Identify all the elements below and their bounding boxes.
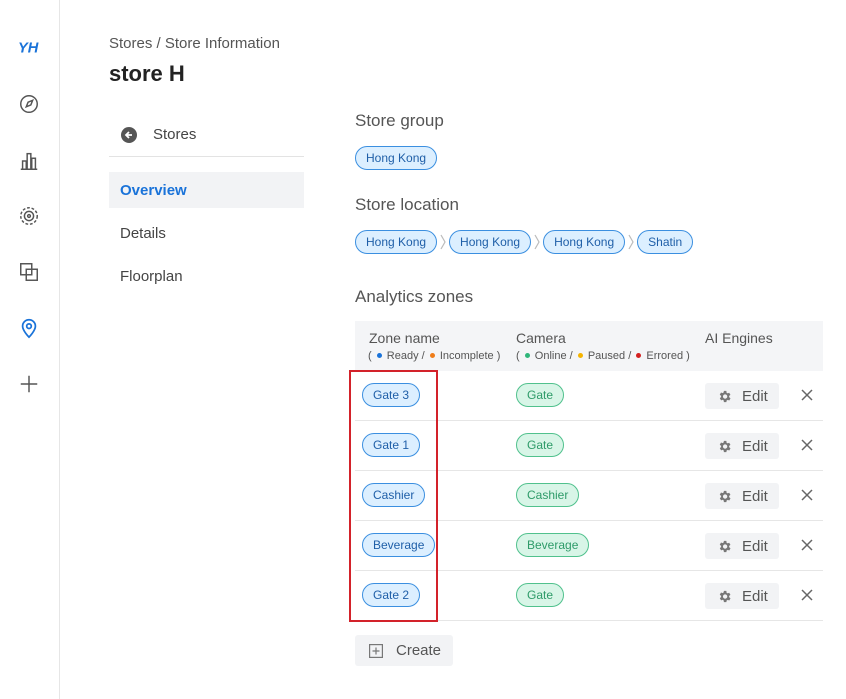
legend-online: Online / <box>534 350 573 362</box>
edit-ai-engines-button[interactable]: Edit <box>705 483 779 509</box>
gear-icon <box>719 590 731 602</box>
create-label: Create <box>396 642 442 659</box>
breadcrumb[interactable]: Stores / Store Information <box>109 35 280 52</box>
edit-ai-engines-button[interactable]: Edit <box>705 533 779 559</box>
page-title: store H <box>109 61 185 86</box>
subnav-item-floorplan[interactable]: Floorplan <box>109 258 304 294</box>
edit-label: Edit <box>742 587 768 605</box>
incomplete-dot <box>429 352 435 358</box>
legend-ready: Ready / <box>386 350 425 362</box>
legend-incomplete: Incomplete <box>439 350 494 362</box>
radar-icon[interactable] <box>15 202 43 230</box>
gear-icon <box>719 540 731 552</box>
store-location-title: Store location <box>355 195 459 214</box>
icon-rail: YH <box>0 0 60 699</box>
store-group-tag[interactable]: Hong Kong <box>355 146 438 170</box>
camera-tag[interactable]: Beverage <box>516 533 590 557</box>
layers-icon[interactable] <box>15 258 43 286</box>
subnav-item-details[interactable]: Details <box>109 215 304 251</box>
chevron-right-icon <box>531 230 543 254</box>
legend-close: ) <box>496 350 501 362</box>
remove-zone-close-icon[interactable] <box>799 387 815 403</box>
edit-label: Edit <box>742 387 768 405</box>
location-tag-region[interactable]: Hong Kong <box>355 230 438 254</box>
edit-label: Edit <box>742 537 768 555</box>
remove-zone-close-icon[interactable] <box>799 437 815 453</box>
edit-ai-engines-button[interactable]: Edit <box>705 583 779 609</box>
legend-errored: Errored <box>646 350 684 362</box>
legend-paused: Paused / <box>587 350 632 362</box>
camera-status-legend: ( Online / Paused / Errored ) <box>516 350 690 362</box>
analytics-zones-title: Analytics zones <box>355 287 474 306</box>
bar-chart-icon[interactable] <box>15 147 43 175</box>
create-zone-button[interactable]: Create <box>355 635 453 666</box>
online-dot <box>524 352 530 358</box>
paused-dot <box>577 352 583 358</box>
remove-zone-close-icon[interactable] <box>799 487 815 503</box>
zone-name-header: Zone name <box>369 330 440 346</box>
location-tag-district[interactable]: Hong Kong <box>543 230 626 254</box>
subnav-item-overview[interactable]: Overview <box>109 172 304 208</box>
chevron-right-icon <box>437 230 449 254</box>
legend-open: ( <box>368 350 372 362</box>
store-group-title: Store group <box>355 111 444 130</box>
back-to-stores-link[interactable]: Stores <box>109 113 304 157</box>
gear-icon <box>719 440 731 452</box>
plus-icon[interactable] <box>15 370 43 398</box>
svg-text:YH: YH <box>18 41 39 57</box>
legend-open: ( <box>516 350 520 362</box>
app-logo-icon[interactable]: YH <box>15 33 43 61</box>
camera-tag[interactable]: Gate <box>516 383 565 407</box>
store-location-path: Hong Kong Hong Kong Hong Kong Shatin <box>355 230 694 254</box>
store-subnav: Stores Overview Details Floorplan <box>109 113 304 294</box>
location-pin-icon[interactable] <box>15 314 43 342</box>
legend-close: ) <box>686 350 690 362</box>
store-group-tags: Hong Kong <box>355 146 438 170</box>
edit-ai-engines-button[interactable]: Edit <box>705 433 779 459</box>
chevron-right-icon <box>625 230 637 254</box>
zone-status-legend: ( Ready / Incomplete ) <box>368 350 500 362</box>
zone-column-highlight <box>349 370 438 622</box>
camera-tag[interactable]: Gate <box>516 433 565 457</box>
plus-square-icon <box>369 643 383 658</box>
back-label: Stores <box>153 126 197 143</box>
camera-header: Camera <box>516 330 566 346</box>
compass-icon[interactable] <box>15 90 43 118</box>
remove-zone-close-icon[interactable] <box>799 587 815 603</box>
edit-label: Edit <box>742 437 768 455</box>
ready-dot <box>376 352 382 358</box>
edit-label: Edit <box>742 487 768 505</box>
table-header: Zone name ( Ready / Incomplete ) Camera … <box>355 321 823 371</box>
location-tag-area[interactable]: Hong Kong <box>449 230 532 254</box>
camera-tag[interactable]: Cashier <box>516 483 580 507</box>
remove-zone-close-icon[interactable] <box>799 537 815 553</box>
location-tag-site[interactable]: Shatin <box>637 230 694 254</box>
gear-icon <box>719 390 731 402</box>
back-arrow-icon <box>121 126 137 143</box>
errored-dot <box>636 352 642 358</box>
camera-tag[interactable]: Gate <box>516 583 565 607</box>
edit-ai-engines-button[interactable]: Edit <box>705 383 779 409</box>
ai-engines-header: AI Engines <box>705 330 773 346</box>
gear-icon <box>719 490 731 502</box>
